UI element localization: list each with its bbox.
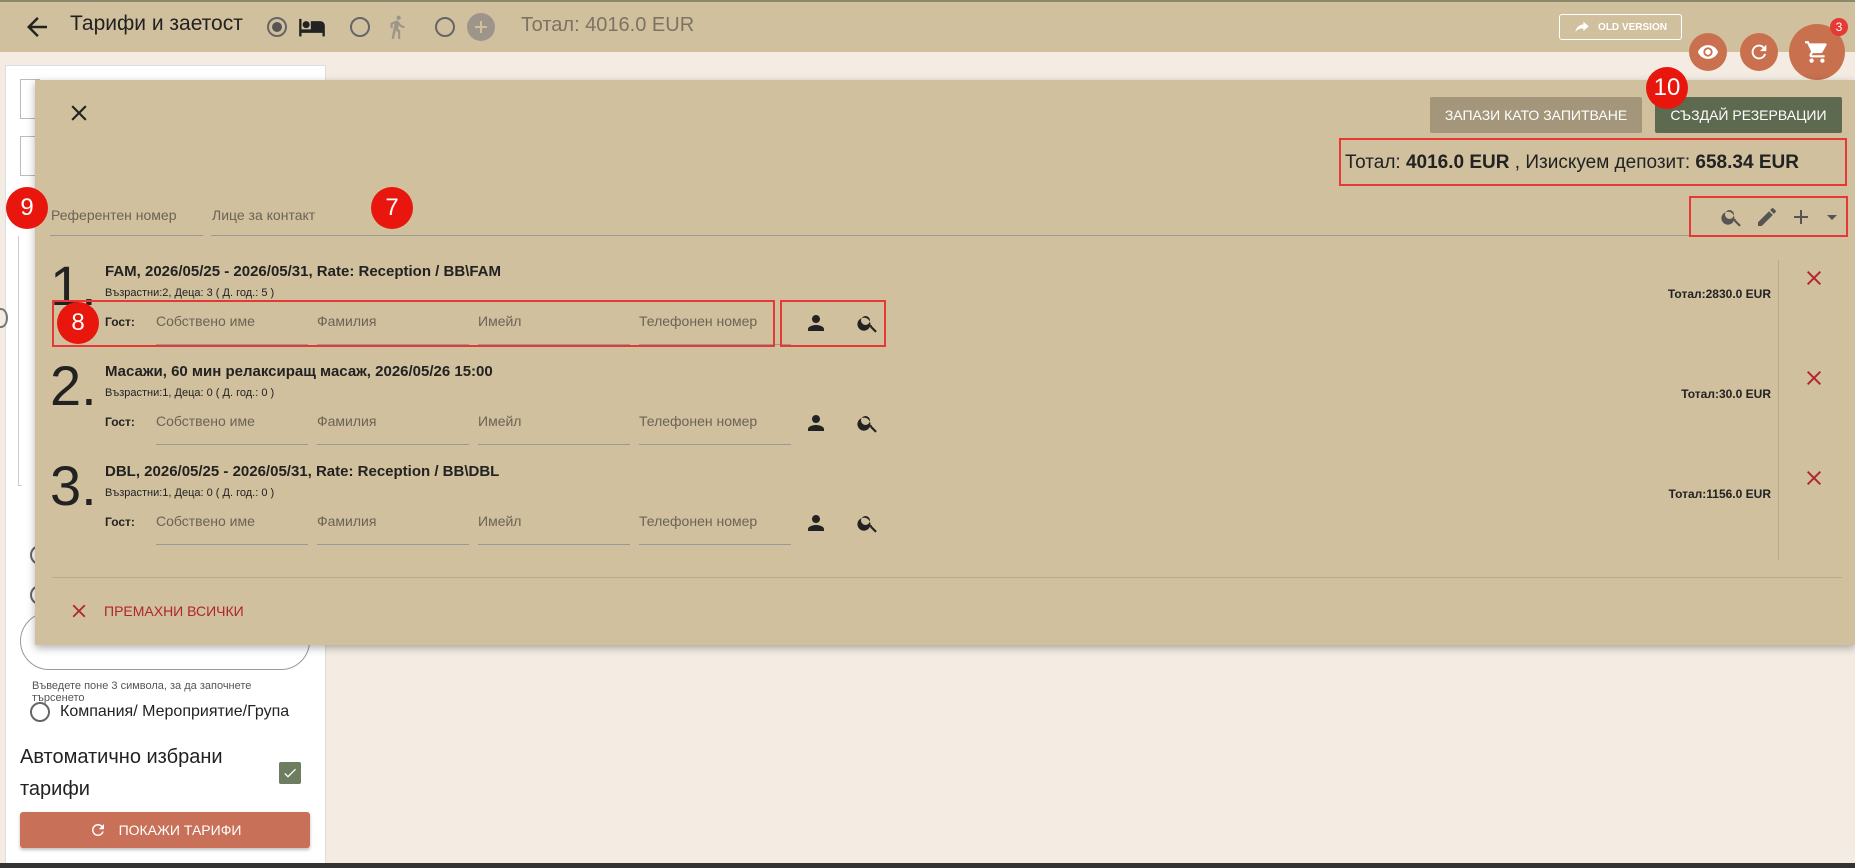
guest-first-name-input[interactable]: Собствено име	[156, 407, 308, 445]
mode-radio-activities[interactable]	[350, 17, 370, 37]
mode-radio-extras[interactable]	[435, 17, 455, 37]
company-radio-label: Компания/ Мероприятие/Група	[60, 703, 290, 720]
person-icon[interactable]	[804, 411, 828, 435]
footer-divider	[52, 577, 1842, 578]
guest-first-name-input[interactable]: Собствено име	[156, 507, 308, 545]
cart-icon	[1804, 39, 1830, 65]
refresh-icon	[1748, 41, 1770, 63]
guest-last-name-input[interactable]: Фамилия	[317, 407, 469, 445]
edit-icon[interactable]	[1755, 205, 1779, 229]
highlight-summary-box	[1339, 138, 1847, 186]
totals-divider	[1778, 260, 1779, 560]
chevron-down-icon[interactable]	[1820, 205, 1844, 229]
preview-button[interactable]	[1689, 33, 1727, 71]
add-icon[interactable]	[1789, 205, 1813, 229]
create-reservations-button[interactable]: СЪЗДАЙ РЕЗЕРВАЦИИ	[1655, 97, 1842, 133]
header-total: Тотал: 4016.0 EUR	[521, 14, 695, 36]
item-total: Тотал:1156.0 EUR	[1668, 487, 1772, 501]
close-icon	[68, 600, 90, 622]
running-person-icon	[384, 13, 410, 41]
add-circle-icon	[467, 13, 495, 41]
callout-badge: 10	[1646, 67, 1688, 109]
show-rates-label: ПОКАЖИ ТАРИФИ	[118, 822, 242, 838]
remove-item-icon[interactable]	[1802, 466, 1826, 490]
refresh-icon	[89, 821, 107, 839]
cart-count-badge: 3	[1830, 18, 1848, 36]
save-as-inquiry-button[interactable]: ЗАПАЗИ КАТО ЗАПИТВАНЕ	[1430, 97, 1642, 133]
remove-item-icon[interactable]	[1802, 266, 1826, 290]
search-icon[interactable]	[856, 411, 880, 435]
show-rates-button[interactable]: ПОКАЖИ ТАРИФИ	[20, 812, 310, 848]
auto-rates-label: Автоматично избрани тарифи	[20, 746, 223, 800]
phone-placeholder: Телефонен номер	[639, 413, 758, 429]
phone-placeholder: Телефонен номер	[639, 513, 758, 529]
left-box	[18, 236, 22, 486]
person-icon[interactable]	[804, 511, 828, 535]
guest-phone-input[interactable]: Телефонен номер	[639, 507, 791, 545]
callout-badge: 8	[57, 302, 99, 344]
back-arrow-icon[interactable]	[22, 12, 52, 42]
old-version-button[interactable]: OLD VERSION	[1559, 14, 1682, 40]
item-occupancy: Възрастни:2, Деца: 3 ( Д. год.: 5 )	[105, 287, 275, 299]
eye-icon	[1697, 41, 1719, 63]
item-total: Тотал:2830.0 EUR	[1667, 287, 1771, 301]
first-name-placeholder: Собствено име	[156, 513, 255, 529]
contact-person-input[interactable]: Лице за контакт	[211, 200, 1846, 236]
guest-last-name-input[interactable]: Фамилия	[317, 507, 469, 545]
page-title: Тарифи и заетост	[70, 12, 243, 35]
bed-icon	[296, 13, 328, 41]
search-hint: Въведете поне 3 символа, за да започнете…	[32, 680, 252, 704]
guest-email-input[interactable]: Имейл	[478, 507, 630, 545]
company-radio[interactable]	[30, 702, 50, 722]
item-occupancy: Възрастни:1, Деца: 0 ( Д. год.: 0 )	[105, 487, 275, 499]
callout-badge: 7	[371, 187, 413, 229]
remove-all-label: ПРЕМАХНИ ВСИЧКИ	[104, 603, 244, 619]
share-icon	[1574, 20, 1590, 34]
search-icon[interactable]	[856, 511, 880, 535]
item-number: 3.	[50, 454, 97, 517]
old-version-label: OLD VERSION	[1598, 21, 1667, 33]
item-title: FAM, 2026/05/25 - 2026/05/31, Rate: Rece…	[105, 263, 501, 280]
search-icon[interactable]	[1720, 205, 1744, 229]
guest-label: Гост:	[105, 515, 135, 529]
reference-number-input[interactable]: Референтен номер	[50, 200, 203, 236]
window-bottom-edge	[0, 863, 1855, 868]
item-title: DBL, 2026/05/25 - 2026/05/31, Rate: Rece…	[105, 463, 500, 480]
mode-radio-rooms[interactable]	[267, 17, 287, 37]
highlight-guest-fields	[52, 300, 775, 347]
highlight-guest-icons	[780, 300, 886, 347]
last-name-placeholder: Фамилия	[317, 413, 377, 429]
remove-all-button[interactable]: ПРЕМАХНИ ВСИЧКИ	[68, 600, 244, 622]
callout-badge: 9	[6, 187, 48, 229]
auto-rates-checkbox[interactable]	[279, 762, 301, 784]
email-placeholder: Имейл	[478, 513, 522, 529]
email-placeholder: Имейл	[478, 413, 522, 429]
first-name-placeholder: Собствено име	[156, 413, 255, 429]
guest-label: Гост:	[105, 415, 135, 429]
last-name-placeholder: Фамилия	[317, 513, 377, 529]
guest-phone-input[interactable]: Телефонен номер	[639, 407, 791, 445]
close-icon[interactable]	[66, 100, 92, 126]
contact-person-placeholder: Лице за контакт	[212, 207, 316, 223]
reference-number-placeholder: Референтен номер	[51, 207, 177, 223]
item-title: Масажи, 60 мин релаксиращ масаж, 2026/05…	[105, 363, 493, 380]
refresh-button[interactable]	[1740, 33, 1778, 71]
guest-email-input[interactable]: Имейл	[478, 407, 630, 445]
item-total: Тотал:30.0 EUR	[1681, 387, 1771, 401]
item-number: 2.	[50, 354, 97, 417]
item-occupancy: Възрастни:1, Деца: 0 ( Д. год.: 0 )	[105, 387, 275, 399]
remove-item-icon[interactable]	[1802, 366, 1826, 390]
